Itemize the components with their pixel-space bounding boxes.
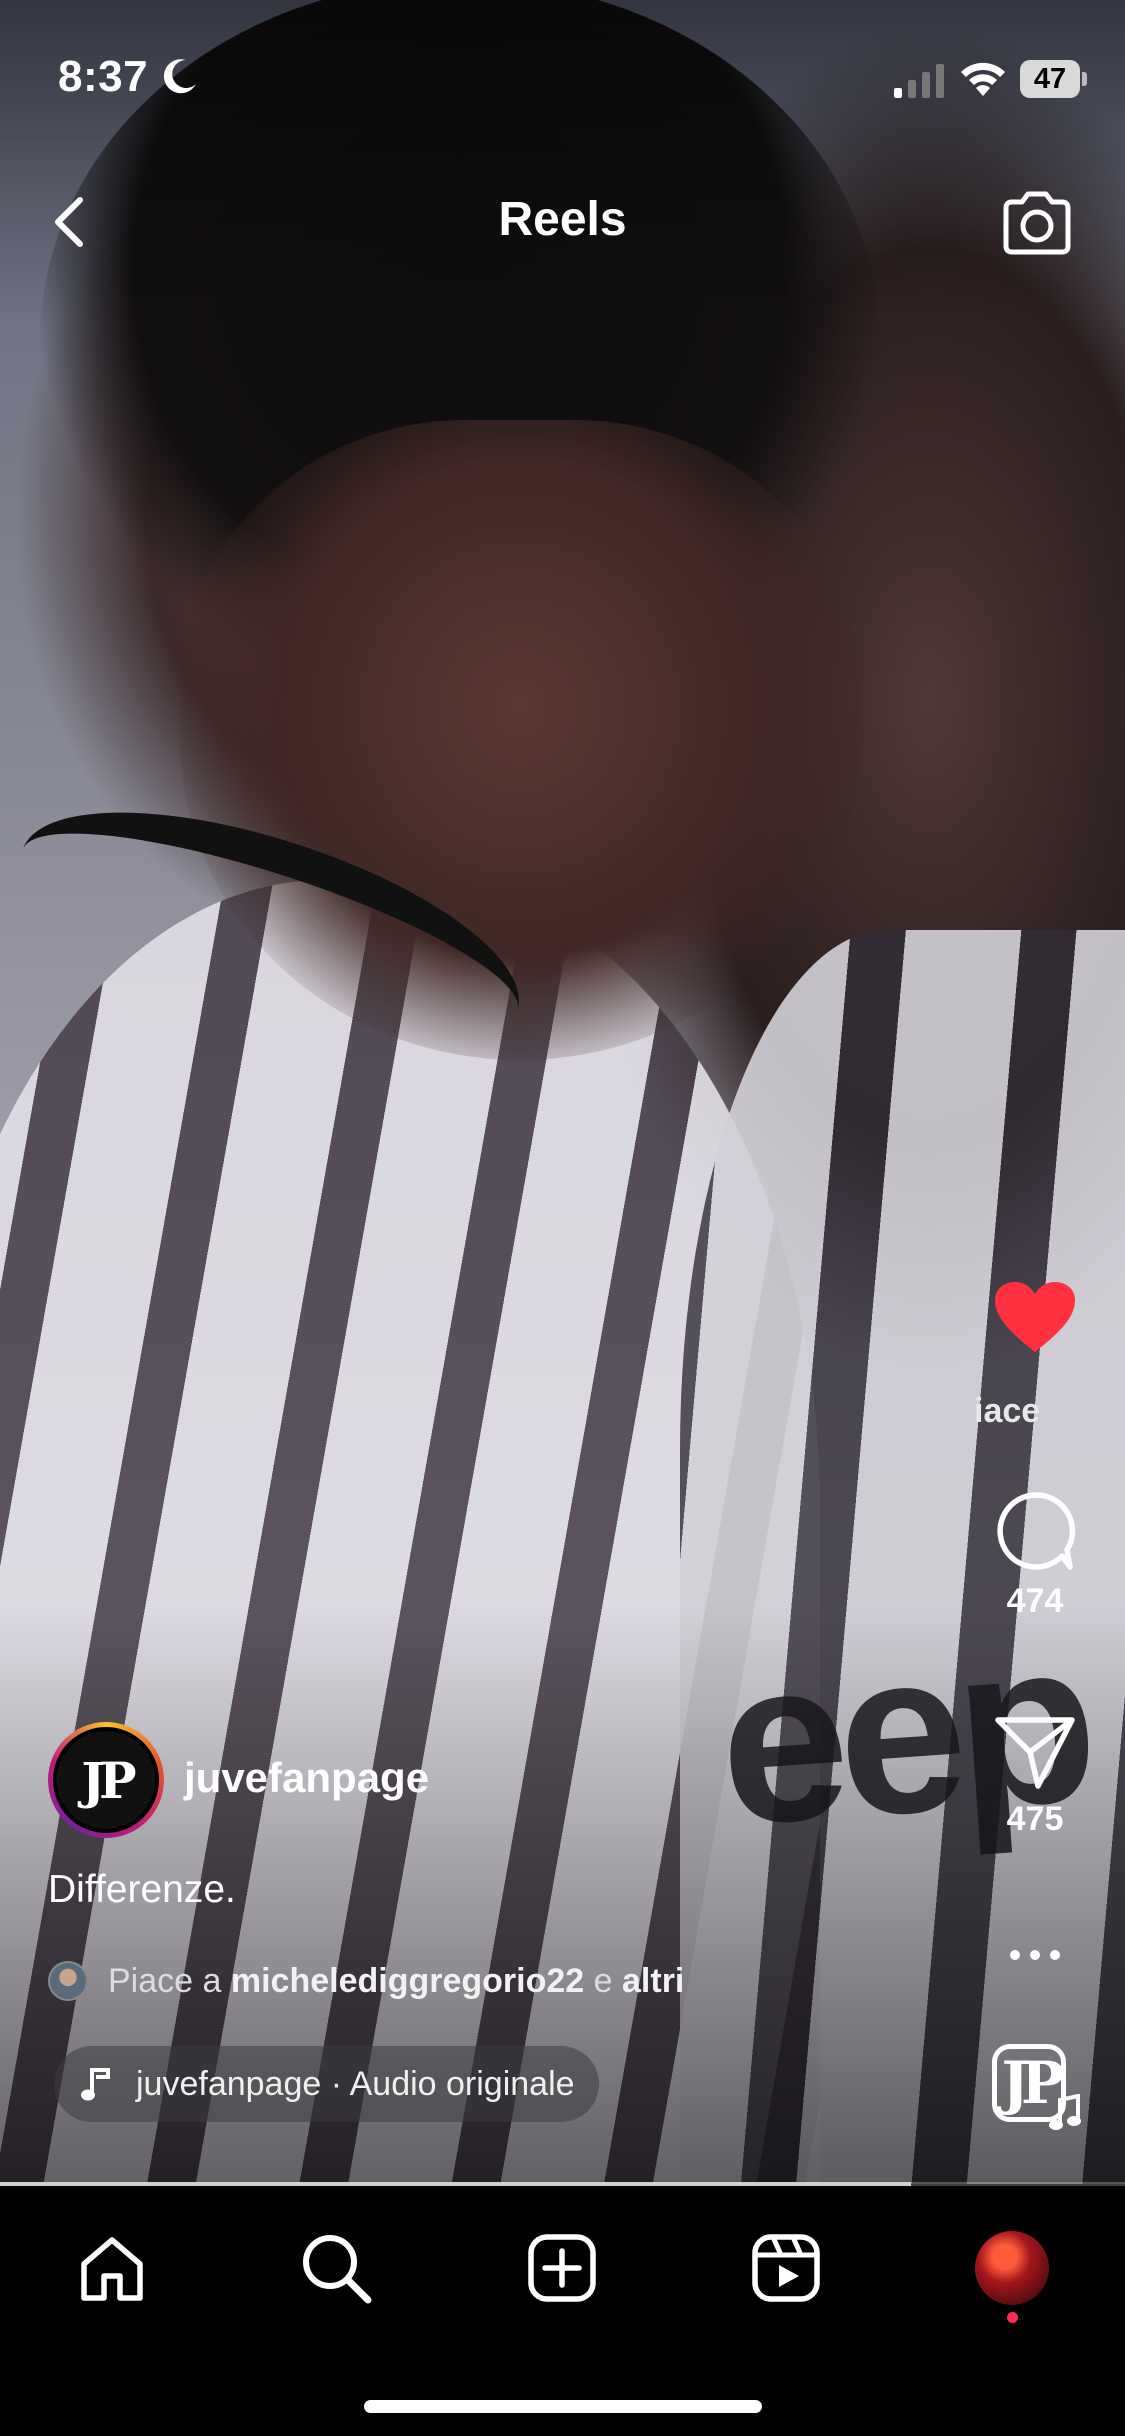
- liked-by-connector: e: [593, 1961, 613, 2000]
- status-bar: 8:37 47: [0, 0, 1125, 150]
- cellular-signal-icon: [894, 64, 944, 98]
- send-icon: [995, 1717, 1075, 1789]
- page-title: Reels: [498, 193, 627, 246]
- more-button[interactable]: [975, 1940, 1095, 1970]
- battery-level: 47: [1020, 60, 1080, 98]
- create-icon: [528, 2234, 596, 2302]
- music-note-icon: [1049, 2094, 1081, 2130]
- tab-create[interactable]: [522, 2228, 602, 2308]
- battery-tip: [1082, 72, 1087, 86]
- author-username[interactable]: juvefanpage: [184, 1754, 429, 1802]
- profile-notification-dot: [1007, 2312, 1018, 2323]
- tab-search[interactable]: [296, 2228, 376, 2308]
- tab-home[interactable]: [72, 2228, 152, 2308]
- liked-by-row[interactable]: Piace a michelediggregorio22 e altri: [48, 1958, 684, 2004]
- reel-video[interactable]: eep: [0, 0, 1125, 2184]
- share-count: 475: [1006, 1800, 1064, 1838]
- tab-profile[interactable]: [972, 2228, 1052, 2308]
- tab-reels[interactable]: [746, 2228, 826, 2308]
- audio-attribution[interactable]: juvefanpage · Audio originale: [54, 2046, 599, 2122]
- reel-caption[interactable]: Differenze.: [48, 1868, 236, 1912]
- jp-logo: JP: [53, 1727, 159, 1833]
- profile-avatar: [975, 2231, 1049, 2305]
- more-icon: [1010, 1950, 1060, 1960]
- like-button[interactable]: [975, 1280, 1095, 1356]
- audio-label: juvefanpage · Audio originale: [136, 2064, 575, 2103]
- share-button[interactable]: 475: [975, 1714, 1095, 1839]
- audio-thumbnail[interactable]: JP: [990, 2044, 1081, 2134]
- music-note-icon: [81, 2068, 110, 2101]
- home-indicator[interactable]: [364, 2400, 762, 2413]
- moon-icon: [163, 59, 196, 94]
- camera-icon[interactable]: [998, 188, 1076, 258]
- wifi-icon: [961, 62, 1005, 96]
- reels-icon: [752, 2234, 820, 2302]
- liked-by-avatar: [48, 1961, 88, 2001]
- home-icon: [81, 2237, 143, 2301]
- like-count: iace: [974, 1392, 1041, 1430]
- comment-icon: [997, 1492, 1076, 1570]
- search-icon: [303, 2235, 372, 2304]
- heart-icon: [995, 1282, 1075, 1352]
- liked-by-prefix: Piace a: [108, 1961, 222, 2000]
- comment-count: 474: [1006, 1582, 1064, 1620]
- liked-by-user[interactable]: michelediggregorio22: [231, 1962, 584, 2001]
- battery-indicator: 47: [1020, 60, 1087, 98]
- comment-button[interactable]: 474: [975, 1490, 1095, 1621]
- liked-by-others[interactable]: altri: [622, 1962, 684, 2001]
- author-avatar[interactable]: JP: [48, 1722, 164, 1838]
- status-time: 8:37: [58, 52, 149, 101]
- bottom-tab-bar: [0, 2186, 1125, 2436]
